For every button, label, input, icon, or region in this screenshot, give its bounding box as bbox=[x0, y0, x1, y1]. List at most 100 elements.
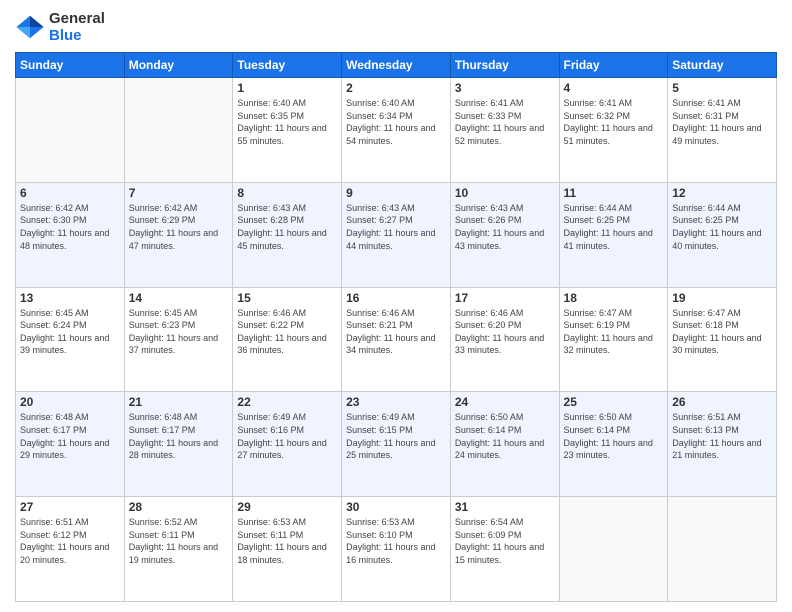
calendar-cell: 31Sunrise: 6:54 AM Sunset: 6:09 PM Dayli… bbox=[450, 497, 559, 602]
day-info: Sunrise: 6:53 AM Sunset: 6:11 PM Dayligh… bbox=[237, 516, 337, 566]
day-number: 27 bbox=[20, 500, 120, 514]
day-info: Sunrise: 6:47 AM Sunset: 6:19 PM Dayligh… bbox=[564, 307, 664, 357]
calendar-week-row: 13Sunrise: 6:45 AM Sunset: 6:24 PM Dayli… bbox=[16, 287, 777, 392]
day-info: Sunrise: 6:43 AM Sunset: 6:27 PM Dayligh… bbox=[346, 202, 446, 252]
day-info: Sunrise: 6:41 AM Sunset: 6:33 PM Dayligh… bbox=[455, 97, 555, 147]
day-info: Sunrise: 6:49 AM Sunset: 6:16 PM Dayligh… bbox=[237, 411, 337, 461]
calendar-cell bbox=[668, 497, 777, 602]
calendar-cell: 28 Sunrise: 6:52 AM Sunset: 6:11 PM Dayli… bbox=[124, 497, 233, 602]
day-info: Sunrise: 6:42 AM Sunset: 6:29 PM Dayligh… bbox=[129, 202, 229, 252]
day-info: Sunrise: 6:50 AM Sunset: 6:14 PM Dayligh… bbox=[564, 411, 664, 461]
calendar-cell: 12Sunrise: 6:44 AM Sunset: 6:25 PM Dayli… bbox=[668, 182, 777, 287]
day-info: Sunrise: 6:41 AM Sunset: 6:32 PM Dayligh… bbox=[564, 97, 664, 147]
day-number: 16 bbox=[346, 291, 446, 305]
calendar-cell: 1Sunrise: 6:40 AM Sunset: 6:35 PM Daylig… bbox=[233, 78, 342, 183]
logo-text: General Blue bbox=[49, 10, 105, 44]
day-info: Sunrise: 6:46 AM Sunset: 6:20 PM Dayligh… bbox=[455, 307, 555, 357]
day-number: 4 bbox=[564, 81, 664, 95]
weekday-header-saturday: Saturday bbox=[668, 53, 777, 78]
day-number: 14 bbox=[129, 291, 229, 305]
day-number: 19 bbox=[672, 291, 772, 305]
calendar-cell: 11 Sunrise: 6:44 AM Sunset: 6:25 PM Dayli… bbox=[559, 182, 668, 287]
calendar-week-row: 27 Sunrise: 6:51 AM Sunset: 6:12 PM Dayli… bbox=[16, 497, 777, 602]
calendar-cell bbox=[559, 497, 668, 602]
weekday-header-monday: Monday bbox=[124, 53, 233, 78]
day-info: Sunrise: 6:51 AM Sunset: 6:13 PM Dayligh… bbox=[672, 411, 772, 461]
calendar-cell: 8 Sunrise: 6:43 AM Sunset: 6:28 PM Daylig… bbox=[233, 182, 342, 287]
day-number: 15 bbox=[237, 291, 337, 305]
calendar-cell: 29 Sunrise: 6:53 AM Sunset: 6:11 PM Dayli… bbox=[233, 497, 342, 602]
calendar-cell: 4 Sunrise: 6:41 AM Sunset: 6:32 PM Daylig… bbox=[559, 78, 668, 183]
day-info: Sunrise: 6:47 AM Sunset: 6:18 PM Dayligh… bbox=[672, 307, 772, 357]
calendar-cell: 2 Sunrise: 6:40 AM Sunset: 6:34 PM Daylig… bbox=[342, 78, 451, 183]
day-info: Sunrise: 6:46 AM Sunset: 6:22 PM Dayligh… bbox=[237, 307, 337, 357]
calendar-cell: 30 Sunrise: 6:53 AM Sunset: 6:10 PM Dayli… bbox=[342, 497, 451, 602]
day-info: Sunrise: 6:40 AM Sunset: 6:34 PM Dayligh… bbox=[346, 97, 446, 147]
day-info: Sunrise: 6:51 AM Sunset: 6:12 PM Dayligh… bbox=[20, 516, 120, 566]
calendar-week-row: 20 Sunrise: 6:48 AM Sunset: 6:17 PM Dayli… bbox=[16, 392, 777, 497]
day-number: 30 bbox=[346, 500, 446, 514]
calendar-cell: 22Sunrise: 6:49 AM Sunset: 6:16 PM Dayli… bbox=[233, 392, 342, 497]
weekday-header-sunday: Sunday bbox=[16, 53, 125, 78]
day-number: 7 bbox=[129, 186, 229, 200]
day-number: 9 bbox=[346, 186, 446, 200]
weekday-header-wednesday: Wednesday bbox=[342, 53, 451, 78]
day-number: 10 bbox=[455, 186, 555, 200]
day-number: 1 bbox=[237, 81, 337, 95]
day-number: 25 bbox=[564, 395, 664, 409]
day-number: 2 bbox=[346, 81, 446, 95]
day-number: 21 bbox=[129, 395, 229, 409]
calendar-week-row: 6Sunrise: 6:42 AM Sunset: 6:30 PM Daylig… bbox=[16, 182, 777, 287]
header: General Blue bbox=[15, 10, 777, 44]
logo-icon bbox=[15, 12, 45, 42]
page: General Blue SundayMondayTuesdayWednesda… bbox=[0, 0, 792, 612]
day-info: Sunrise: 6:45 AM Sunset: 6:23 PM Dayligh… bbox=[129, 307, 229, 357]
day-number: 28 bbox=[129, 500, 229, 514]
day-number: 8 bbox=[237, 186, 337, 200]
day-info: Sunrise: 6:44 AM Sunset: 6:25 PM Dayligh… bbox=[564, 202, 664, 252]
calendar-cell: 20 Sunrise: 6:48 AM Sunset: 6:17 PM Dayli… bbox=[16, 392, 125, 497]
day-number: 3 bbox=[455, 81, 555, 95]
calendar-cell: 27 Sunrise: 6:51 AM Sunset: 6:12 PM Dayli… bbox=[16, 497, 125, 602]
calendar-cell: 5Sunrise: 6:41 AM Sunset: 6:31 PM Daylig… bbox=[668, 78, 777, 183]
calendar-cell bbox=[16, 78, 125, 183]
day-info: Sunrise: 6:43 AM Sunset: 6:28 PM Dayligh… bbox=[237, 202, 337, 252]
logo: General Blue bbox=[15, 10, 105, 44]
day-number: 17 bbox=[455, 291, 555, 305]
calendar-cell: 17 Sunrise: 6:46 AM Sunset: 6:20 PM Dayli… bbox=[450, 287, 559, 392]
calendar-cell: 19 Sunrise: 6:47 AM Sunset: 6:18 PM Dayli… bbox=[668, 287, 777, 392]
calendar-table: SundayMondayTuesdayWednesdayThursdayFrid… bbox=[15, 52, 777, 602]
weekday-header-thursday: Thursday bbox=[450, 53, 559, 78]
calendar-cell: 6Sunrise: 6:42 AM Sunset: 6:30 PM Daylig… bbox=[16, 182, 125, 287]
weekday-header-row: SundayMondayTuesdayWednesdayThursdayFrid… bbox=[16, 53, 777, 78]
day-number: 6 bbox=[20, 186, 120, 200]
calendar-cell: 7 Sunrise: 6:42 AM Sunset: 6:29 PM Daylig… bbox=[124, 182, 233, 287]
weekday-header-friday: Friday bbox=[559, 53, 668, 78]
calendar-cell: 25 Sunrise: 6:50 AM Sunset: 6:14 PM Dayli… bbox=[559, 392, 668, 497]
calendar-week-row: 1Sunrise: 6:40 AM Sunset: 6:35 PM Daylig… bbox=[16, 78, 777, 183]
calendar-cell: 24 Sunrise: 6:50 AM Sunset: 6:14 PM Dayli… bbox=[450, 392, 559, 497]
day-info: Sunrise: 6:48 AM Sunset: 6:17 PM Dayligh… bbox=[129, 411, 229, 461]
calendar-cell: 14 Sunrise: 6:45 AM Sunset: 6:23 PM Dayli… bbox=[124, 287, 233, 392]
day-number: 23 bbox=[346, 395, 446, 409]
day-number: 24 bbox=[455, 395, 555, 409]
day-info: Sunrise: 6:52 AM Sunset: 6:11 PM Dayligh… bbox=[129, 516, 229, 566]
day-number: 13 bbox=[20, 291, 120, 305]
calendar-cell: 26 Sunrise: 6:51 AM Sunset: 6:13 PM Dayli… bbox=[668, 392, 777, 497]
day-number: 29 bbox=[237, 500, 337, 514]
day-info: Sunrise: 6:44 AM Sunset: 6:25 PM Dayligh… bbox=[672, 202, 772, 252]
day-info: Sunrise: 6:53 AM Sunset: 6:10 PM Dayligh… bbox=[346, 516, 446, 566]
day-number: 26 bbox=[672, 395, 772, 409]
calendar-cell: 23Sunrise: 6:49 AM Sunset: 6:15 PM Dayli… bbox=[342, 392, 451, 497]
day-info: Sunrise: 6:43 AM Sunset: 6:26 PM Dayligh… bbox=[455, 202, 555, 252]
day-number: 11 bbox=[564, 186, 664, 200]
day-number: 18 bbox=[564, 291, 664, 305]
calendar-cell: 18 Sunrise: 6:47 AM Sunset: 6:19 PM Dayli… bbox=[559, 287, 668, 392]
calendar-cell bbox=[124, 78, 233, 183]
day-info: Sunrise: 6:50 AM Sunset: 6:14 PM Dayligh… bbox=[455, 411, 555, 461]
day-info: Sunrise: 6:48 AM Sunset: 6:17 PM Dayligh… bbox=[20, 411, 120, 461]
day-info: Sunrise: 6:41 AM Sunset: 6:31 PM Dayligh… bbox=[672, 97, 772, 147]
day-number: 20 bbox=[20, 395, 120, 409]
calendar-cell: 9 Sunrise: 6:43 AM Sunset: 6:27 PM Daylig… bbox=[342, 182, 451, 287]
calendar-cell: 21 Sunrise: 6:48 AM Sunset: 6:17 PM Dayli… bbox=[124, 392, 233, 497]
